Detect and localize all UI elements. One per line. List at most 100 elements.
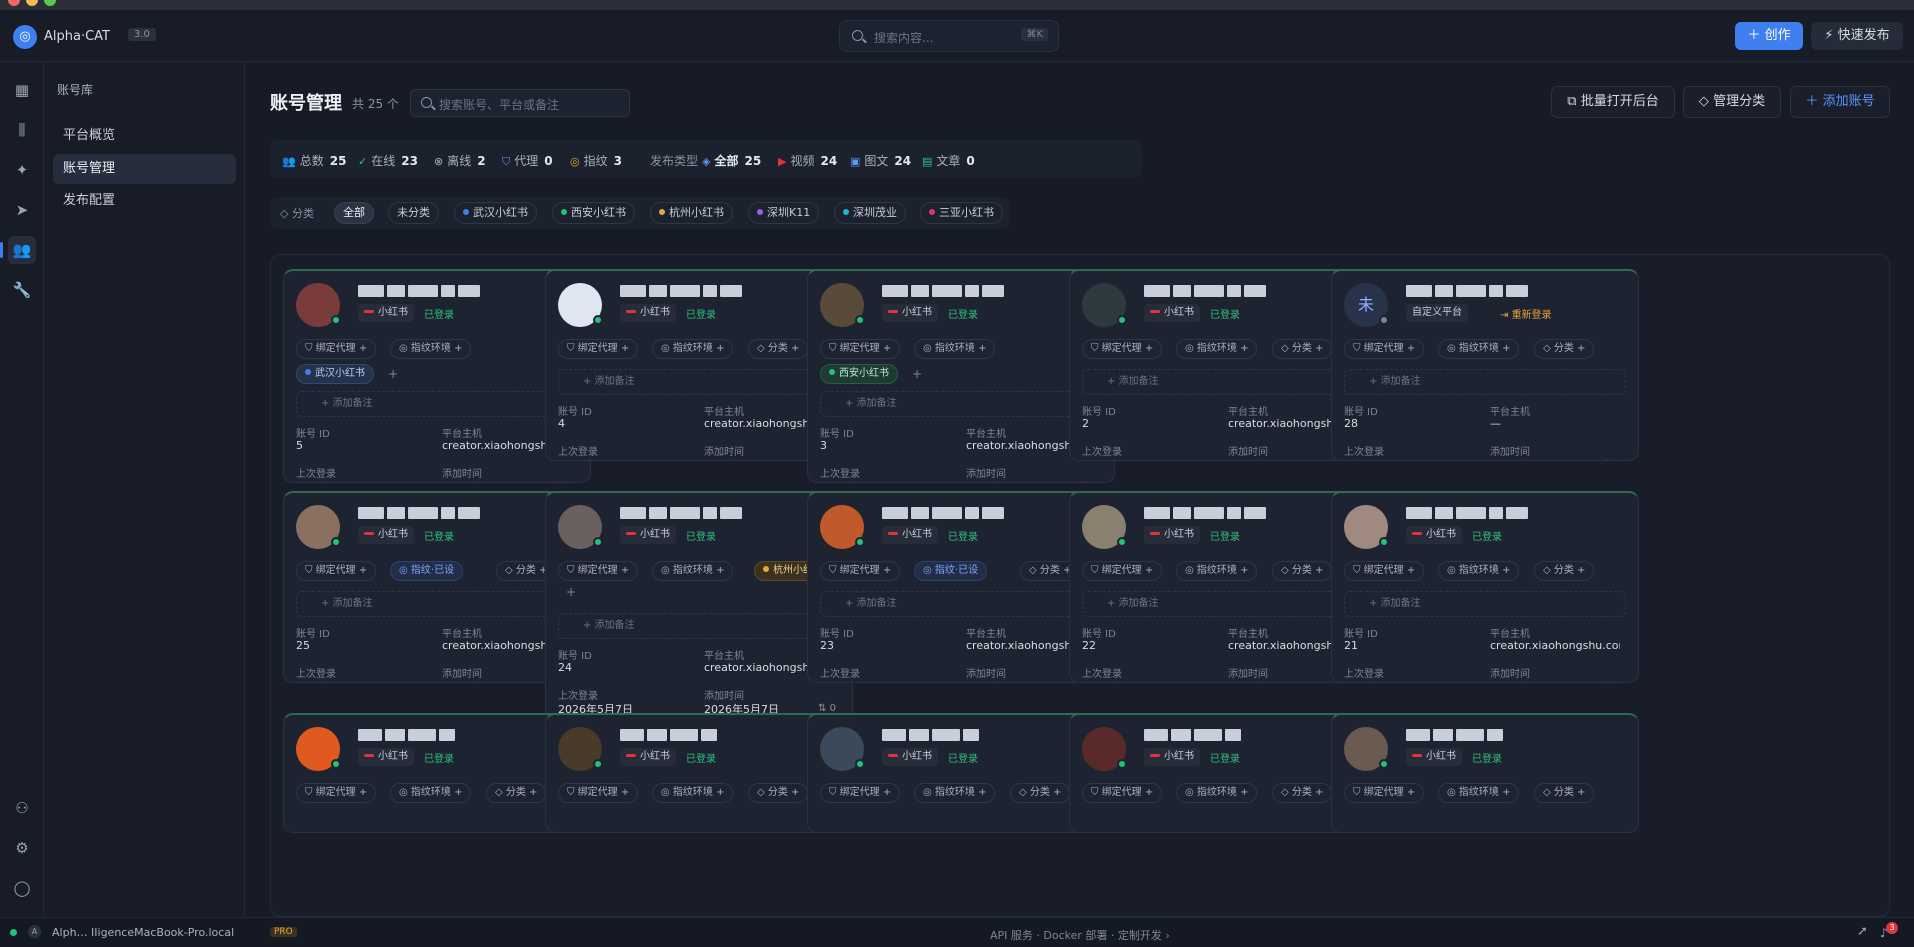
fingerprint-env-button[interactable]: ◎ 指纹环境 + bbox=[1438, 783, 1520, 803]
bind-proxy-button[interactable]: ⛉ 绑定代理 + bbox=[296, 561, 377, 581]
stat-offline[interactable]: ⊗ 离线 2 bbox=[434, 152, 486, 169]
category-button[interactable]: ◇ 分类 + bbox=[1534, 783, 1595, 803]
quick-publish-button[interactable]: ⚡ 快速发布 bbox=[1811, 22, 1903, 50]
bind-proxy-button[interactable]: ⛉ 绑定代理 + bbox=[1082, 783, 1163, 803]
category-button[interactable]: ◇ 分类 + bbox=[748, 339, 809, 359]
category-button[interactable]: ◇ 分类 + bbox=[1272, 561, 1333, 581]
accounts-icon[interactable]: 👥 bbox=[0, 236, 36, 264]
add-remark-field[interactable]: + 添加备注 bbox=[296, 591, 578, 617]
sidebar-item-platform-overview[interactable]: 平台概览 bbox=[53, 121, 236, 151]
add-remark-field[interactable]: + 添加备注 bbox=[1344, 369, 1626, 395]
add-remark-field[interactable]: + 添加备注 bbox=[558, 369, 840, 395]
sidebar-item-account-management[interactable]: 账号管理 bbox=[53, 154, 236, 184]
category-button[interactable]: ◇ 分类 + bbox=[1534, 561, 1595, 581]
stat-all[interactable]: ◈ 全部 25 bbox=[702, 152, 761, 169]
category-chip-shenzhen-k11[interactable]: 深圳K11 bbox=[748, 202, 820, 224]
add-remark-field[interactable]: + 添加备注 bbox=[296, 391, 578, 417]
tools-icon[interactable]: 🔧 bbox=[8, 276, 36, 304]
stat-proxy[interactable]: ⛉ 代理 0 bbox=[502, 152, 553, 169]
bind-proxy-button[interactable]: ⛉ 绑定代理 + bbox=[820, 783, 901, 803]
category-chip-hangzhou[interactable]: 杭州小红书 bbox=[650, 202, 733, 224]
create-button[interactable]: ＋ 创作 bbox=[1735, 22, 1803, 50]
sort-count[interactable]: ⇅ 1 bbox=[1080, 481, 1098, 482]
account-card[interactable]: 小红书 已登录 ⛉ 绑定代理 + ◎ 指纹环境 + ◇ 分类 + bbox=[1331, 713, 1639, 833]
fingerprint-env-button[interactable]: ◎ 指纹环境 + bbox=[914, 783, 996, 803]
app-logo-icon[interactable]: ◎ bbox=[13, 25, 37, 49]
bind-proxy-button[interactable]: ⛉ 绑定代理 + bbox=[820, 339, 901, 359]
accessibility-icon[interactable]: ⚇ bbox=[8, 794, 36, 822]
batch-open-button[interactable]: ⧉ 批量打开后台 bbox=[1551, 86, 1675, 118]
manage-categories-button[interactable]: ◇ 管理分类 bbox=[1683, 86, 1781, 118]
library-icon[interactable]: ⫼ bbox=[8, 116, 36, 144]
stat-fingerprint[interactable]: ◎ 指纹 3 bbox=[570, 152, 622, 169]
category-chip-shenzhen-maoye[interactable]: 深圳茂业 bbox=[834, 202, 906, 224]
add-account-button[interactable]: ＋ 添加账号 bbox=[1790, 86, 1890, 118]
stat-total[interactable]: 👥 总数 25 bbox=[282, 152, 346, 169]
zoom-window-button[interactable] bbox=[44, 0, 56, 6]
user-icon[interactable]: ◯ bbox=[8, 874, 36, 902]
add-category-button[interactable]: + bbox=[566, 585, 576, 599]
stat-video[interactable]: ▶ 视频 24 bbox=[778, 152, 837, 169]
stat-article[interactable]: ▤ 文章 0 bbox=[922, 152, 975, 169]
bind-proxy-button[interactable]: ⛉ 绑定代理 + bbox=[1344, 339, 1425, 359]
sidebar-item-publish-config[interactable]: 发布配置 bbox=[53, 186, 236, 216]
fingerprint-env-button[interactable]: ◎ 指纹环境 + bbox=[1176, 783, 1258, 803]
fingerprint-env-button[interactable]: ◎ 指纹环境 + bbox=[1176, 561, 1258, 581]
category-chip-all[interactable]: 全部 bbox=[334, 202, 374, 224]
category-button[interactable]: ◇ 分类 + bbox=[1534, 339, 1595, 359]
api-service-link[interactable]: API 服务 · Docker 部署 · 定制开发 › bbox=[990, 927, 1170, 943]
fingerprint-env-button[interactable]: ◎ 指纹环境 + bbox=[1176, 339, 1258, 359]
category-button[interactable]: ◇ 分类 + bbox=[486, 783, 547, 803]
sort-count[interactable]: ⇅ 2 bbox=[556, 481, 574, 482]
account-card[interactable]: 小红书 已登录 ⛉ 绑定代理 + ◎ 指纹环境 + ◇ 分类 + + 添加备注 账号 ID 2… bbox=[1331, 491, 1639, 683]
fingerprint-env-button[interactable]: ◎ 指纹·已设 bbox=[390, 561, 464, 581]
add-remark-field[interactable]: + 添加备注 bbox=[820, 591, 1102, 617]
add-remark-field[interactable]: + 添加备注 bbox=[820, 391, 1102, 417]
bind-proxy-button[interactable]: ⛉ 绑定代理 + bbox=[1082, 339, 1163, 359]
bind-proxy-button[interactable]: ⛉ 绑定代理 + bbox=[1082, 561, 1163, 581]
minimize-window-button[interactable] bbox=[26, 0, 38, 6]
category-tag[interactable]: 西安小红书 bbox=[820, 364, 898, 384]
category-tag[interactable]: 武汉小红书 bbox=[296, 364, 374, 384]
sparkle-icon[interactable]: ✦ bbox=[8, 156, 36, 184]
stat-image[interactable]: ▣ 图文 24 bbox=[850, 152, 911, 169]
account-search-input[interactable]: 搜索账号、平台或备注 bbox=[410, 89, 630, 117]
category-button[interactable]: ◇ 分类 + bbox=[1010, 783, 1071, 803]
category-chip-xian[interactable]: 西安小红书 bbox=[552, 202, 635, 224]
category-chip-wuhan[interactable]: 武汉小红书 bbox=[454, 202, 537, 224]
add-remark-field[interactable]: + 添加备注 bbox=[1344, 591, 1626, 617]
global-search-input[interactable]: 搜索内容... ⌘K bbox=[839, 20, 1059, 52]
fingerprint-env-button[interactable]: ◎ 指纹环境 + bbox=[390, 783, 472, 803]
add-remark-field[interactable]: + 添加备注 bbox=[1082, 591, 1364, 617]
dashboard-icon[interactable]: ▦ bbox=[8, 76, 36, 104]
account-card[interactable]: 未自定义平台 ⇥ 重新登录 ⛉ 绑定代理 + ◎ 指纹环境 + ◇ 分类 + + 添加备注… bbox=[1331, 269, 1639, 461]
fingerprint-env-button[interactable]: ◎ 指纹环境 + bbox=[652, 339, 734, 359]
bind-proxy-button[interactable]: ⛉ 绑定代理 + bbox=[558, 561, 639, 581]
sort-count[interactable]: ⇅ 0 bbox=[1604, 681, 1622, 682]
add-category-button[interactable]: + bbox=[388, 367, 398, 381]
fingerprint-env-button[interactable]: ◎ 指纹环境 + bbox=[1438, 339, 1520, 359]
bind-proxy-button[interactable]: ⛉ 绑定代理 + bbox=[296, 339, 377, 359]
fingerprint-env-button[interactable]: ◎ 指纹环境 + bbox=[390, 339, 472, 359]
category-button[interactable]: ◇ 分类 + bbox=[1272, 783, 1333, 803]
fingerprint-env-button[interactable]: ◎ 指纹环境 + bbox=[914, 339, 996, 359]
category-chip-sanya[interactable]: 三亚小红书 bbox=[920, 202, 1003, 224]
fingerprint-env-button[interactable]: ◎ 指纹环境 + bbox=[1438, 561, 1520, 581]
send-icon[interactable]: ➤ bbox=[8, 196, 36, 224]
relogin-button[interactable]: ⇥ 重新登录 bbox=[1500, 306, 1552, 321]
rocket-icon[interactable]: ➚ bbox=[1857, 924, 1868, 939]
add-remark-field[interactable]: + 添加备注 bbox=[1082, 369, 1364, 395]
category-chip-uncategorized[interactable]: 未分类 bbox=[388, 202, 439, 224]
bind-proxy-button[interactable]: ⛉ 绑定代理 + bbox=[1344, 783, 1425, 803]
category-button[interactable]: ◇ 分类 + bbox=[1272, 339, 1333, 359]
bind-proxy-button[interactable]: ⛉ 绑定代理 + bbox=[558, 783, 639, 803]
category-button[interactable]: ◇ 分类 + bbox=[748, 783, 809, 803]
add-remark-field[interactable]: + 添加备注 bbox=[558, 613, 840, 639]
gear-icon[interactable]: ⚙ bbox=[8, 834, 36, 862]
fingerprint-env-button[interactable]: ◎ 指纹环境 + bbox=[652, 561, 734, 581]
bind-proxy-button[interactable]: ⛉ 绑定代理 + bbox=[1344, 561, 1425, 581]
fingerprint-env-button[interactable]: ◎ 指纹环境 + bbox=[652, 783, 734, 803]
sort-count[interactable]: ⇅ 0 bbox=[1604, 459, 1622, 460]
bind-proxy-button[interactable]: ⛉ 绑定代理 + bbox=[296, 783, 377, 803]
bind-proxy-button[interactable]: ⛉ 绑定代理 + bbox=[820, 561, 901, 581]
